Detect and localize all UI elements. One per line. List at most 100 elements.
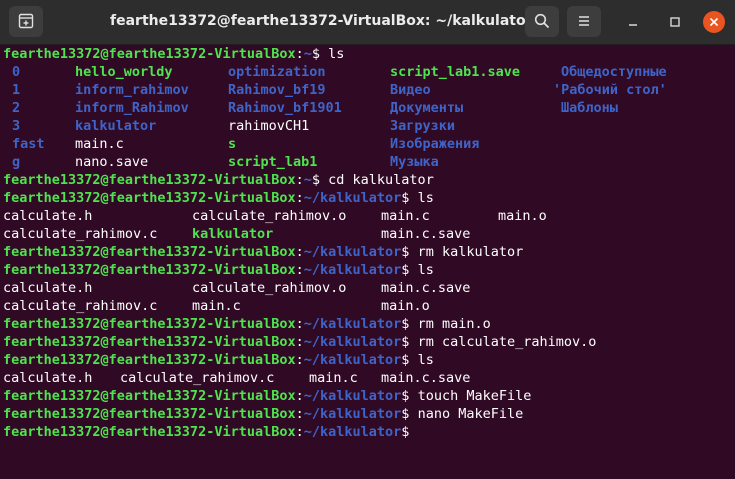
hamburger-menu-icon [579,16,589,26]
listing-row: g nano.save script_lab1 Музыка [3,153,733,171]
listing-entry: calculate_rahimov.c [3,298,158,314]
listing-row: 0 hello_worldy optimization script_lab1.sav… [3,63,733,81]
prompt-dollar: $ [401,190,418,206]
window-title: fearthe13372@fearthe13372-VirtualBox: ~/… [110,13,533,29]
listing-entry: kalkulator [75,118,157,134]
title-bar[interactable]: fearthe13372@fearthe13372-VirtualBox: ~/… [0,0,735,45]
command-text: ls [417,190,434,206]
prompt-dollar: $ [401,406,418,422]
prompt-separator: : [295,46,304,62]
minimize-icon [629,24,637,26]
listing-entry: Шаблоны [561,100,618,116]
command-text: ls [328,46,345,62]
listing-entry: calculate.h [3,370,93,386]
prompt-user: fearthe13372@fearthe13372-VirtualBox [3,316,296,332]
listing-entry: main.c.save [381,370,471,386]
prompt-dollar: $ [401,424,418,440]
prompt-path: ~/kalkulator [303,190,402,206]
prompt-user: fearthe13372@fearthe13372-VirtualBox [3,244,296,260]
prompt-line: fearthe13372@fearthe13372-VirtualBox:~/k… [3,243,733,261]
listing-row: calculate.h calculate_rahimov.o main.c main… [3,207,733,225]
listing-row: calculate_rahimov.c kalkulator main.c.save [3,225,733,243]
listing-entry: main.c [309,370,358,386]
prompt-user: fearthe13372@fearthe13372-VirtualBox [3,388,296,404]
prompt-separator: : [295,190,304,206]
terminal-window: fearthe13372@fearthe13372-VirtualBox: ~/… [0,0,735,479]
prompt-dollar: $ [401,388,418,404]
listing-entry: main.c [192,298,241,314]
prompt-separator: : [295,388,304,404]
close-button[interactable] [703,11,725,33]
prompt-user: fearthe13372@fearthe13372-VirtualBox [3,262,296,278]
prompt-user: fearthe13372@fearthe13372-VirtualBox [3,406,296,422]
maximize-icon [670,17,680,27]
prompt-path: ~/kalkulator [303,388,402,404]
listing-entry: 0 [12,64,21,80]
listing-entry: main.c [75,136,124,152]
listing-entry: s [228,136,237,152]
listing-entry: Rahimov_bf1901 [228,100,342,116]
prompt-dollar: $ [401,316,418,332]
listing-entry: script_lab1.save [390,64,521,80]
listing-entry: 2 [12,100,21,116]
command-text: cd kalkulator [328,172,434,188]
listing-entry: Общедоступные [561,64,667,80]
prompt-user: fearthe13372@fearthe13372-VirtualBox [3,46,296,62]
prompt-path: ~/kalkulator [303,262,402,278]
prompt-path: ~ [303,46,312,62]
prompt-line: fearthe13372@fearthe13372-VirtualBox:~/k… [3,405,733,423]
listing-entry: kalkulator [192,226,274,242]
prompt-line: fearthe13372@fearthe13372-VirtualBox:~/k… [3,261,733,279]
listing-entry: Изображения [390,136,480,152]
listing-entry: 1 [12,82,21,98]
command-text: ls [417,352,434,368]
prompt-separator: : [295,172,304,188]
listing-entry: hello_worldy [75,64,173,80]
prompt-dollar: $ [401,334,418,350]
prompt-dollar: $ [311,172,329,188]
prompt-dollar: $ [401,352,418,368]
listing-entry: inform_Rahimov [75,100,189,116]
listing-row: fast main.c s Изображения [3,135,733,153]
prompt-user: fearthe13372@fearthe13372-VirtualBox [3,352,296,368]
prompt-separator: : [295,424,304,440]
prompt-line: fearthe13372@fearthe13372-VirtualBox:~/k… [3,423,733,441]
prompt-separator: : [295,262,304,278]
listing-entry: Документы [390,100,464,116]
prompt-separator: : [295,406,304,422]
listing-entry: 3 [12,118,21,134]
prompt-dollar: $ [311,46,329,62]
listing-entry: calculate.h [3,208,93,224]
prompt-user: fearthe13372@fearthe13372-VirtualBox [3,424,296,440]
command-text: touch MakeFile [417,388,532,404]
prompt-path: ~/kalkulator [303,244,402,260]
maximize-button[interactable] [664,11,686,33]
menu-button[interactable] [567,6,601,37]
close-icon [709,17,719,27]
listing-entry: Rahimov_bf19 [228,82,326,98]
prompt-user: fearthe13372@fearthe13372-VirtualBox [3,172,296,188]
prompt-dollar: $ [401,244,418,260]
prompt-dollar: $ [401,262,418,278]
prompt-path: ~ [303,172,312,188]
listing-entry: calculate_rahimov.c [3,226,158,242]
terminal-output[interactable]: fearthe13372@fearthe13372-VirtualBox:~$ … [3,45,733,441]
minimize-button[interactable] [622,11,644,33]
prompt-user: fearthe13372@fearthe13372-VirtualBox [3,334,296,350]
listing-entry: calculate_rahimov.o [192,208,347,224]
listing-entry: g [12,154,21,170]
listing-entry: main.c.save [381,226,471,242]
prompt-path: ~/kalkulator [303,316,402,332]
prompt-line: fearthe13372@fearthe13372-VirtualBox:~/k… [3,315,733,333]
listing-entry: Музыка [390,154,439,170]
listing-entry: calculate_rahimov.c [120,370,275,386]
new-tab-button[interactable] [9,6,43,37]
search-button[interactable] [525,6,559,37]
listing-entry: main.c [381,208,430,224]
prompt-line: fearthe13372@fearthe13372-VirtualBox:~/k… [3,387,733,405]
new-tab-icon [18,13,34,29]
listing-row: 3 kalkulator rahimovCH1 Загрузки [3,117,733,135]
prompt-path: ~/kalkulator [303,424,402,440]
prompt-line: fearthe13372@fearthe13372-VirtualBox:~$ … [3,45,733,63]
listing-row: 2 inform_Rahimov Rahimov_bf1901 Документы Ша… [3,99,733,117]
